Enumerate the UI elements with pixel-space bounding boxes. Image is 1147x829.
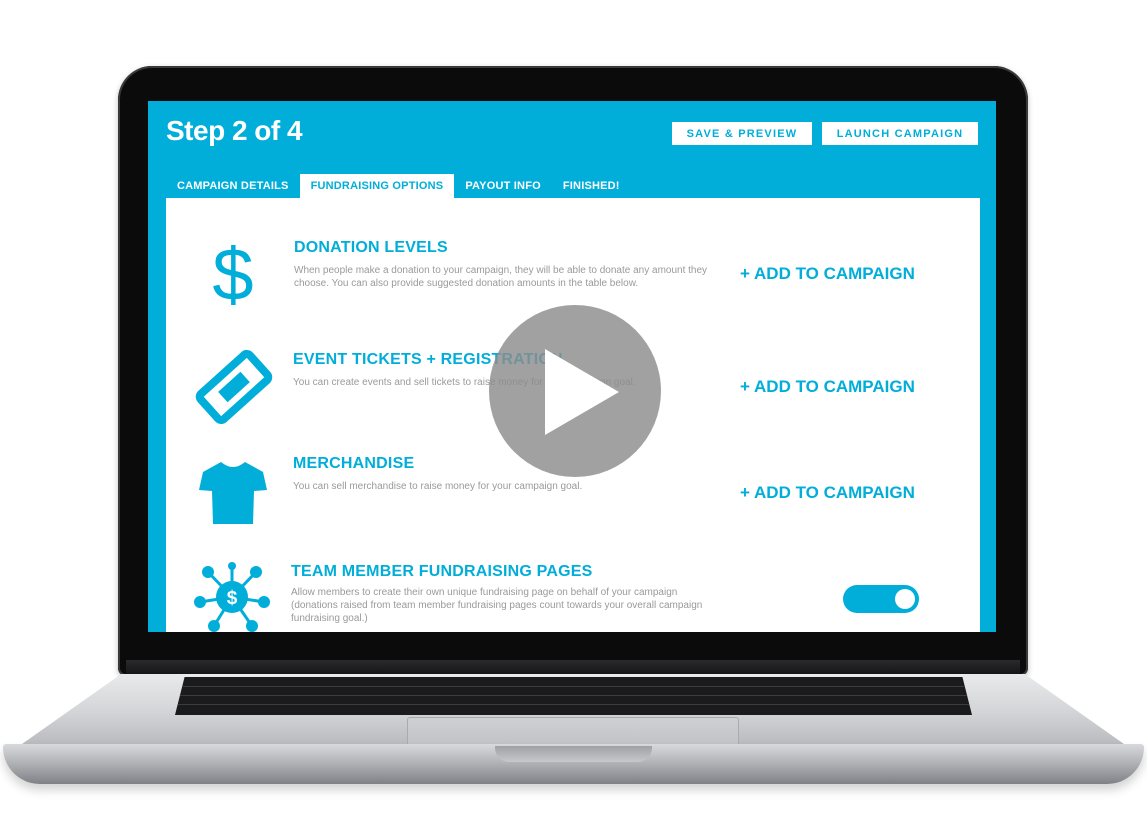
tab-payout-info[interactable]: PAYOUT INFO <box>454 174 552 198</box>
step-tabs: CAMPAIGN DETAILS FUNDRAISING OPTIONS PAY… <box>166 174 631 198</box>
add-merchandise-button[interactable]: + ADD TO CAMPAIGN <box>740 483 915 503</box>
option-description: When people make a donation to your camp… <box>294 265 708 289</box>
team-pages-toggle[interactable] <box>843 585 919 613</box>
video-play-button[interactable] <box>489 305 661 477</box>
launch-campaign-button[interactable]: LAUNCH CAMPAIGN <box>822 122 978 145</box>
add-event-tickets-button[interactable]: + ADD TO CAMPAIGN <box>740 377 915 397</box>
toggle-knob <box>895 589 915 609</box>
play-icon <box>545 349 619 435</box>
option-title: TEAM MEMBER FUNDRAISING PAGES <box>291 563 593 580</box>
save-preview-button[interactable]: SAVE & PREVIEW <box>672 122 812 145</box>
ticket-icon <box>195 349 273 425</box>
add-donation-levels-button[interactable]: + ADD TO CAMPAIGN <box>740 264 915 284</box>
team-network-icon: $ <box>194 562 270 632</box>
option-description: Allow members to create their own unique… <box>291 587 703 624</box>
tab-finished[interactable]: FINISHED! <box>552 174 631 198</box>
svg-text:$: $ <box>213 238 253 310</box>
dollar-icon: $ <box>213 238 253 310</box>
tab-fundraising-options[interactable]: FUNDRAISING OPTIONS <box>299 174 455 198</box>
tab-campaign-details[interactable]: CAMPAIGN DETAILS <box>166 174 300 198</box>
page-title: Step 2 of 4 <box>166 115 303 146</box>
option-description: You can sell merchandise to raise money … <box>293 481 583 492</box>
tshirt-icon <box>199 462 267 524</box>
option-title: MERCHANDISE <box>293 455 415 472</box>
svg-text:$: $ <box>227 588 238 609</box>
laptop-notch <box>495 746 652 762</box>
option-title: DONATION LEVELS <box>294 239 448 256</box>
laptop-keyboard <box>175 677 972 715</box>
